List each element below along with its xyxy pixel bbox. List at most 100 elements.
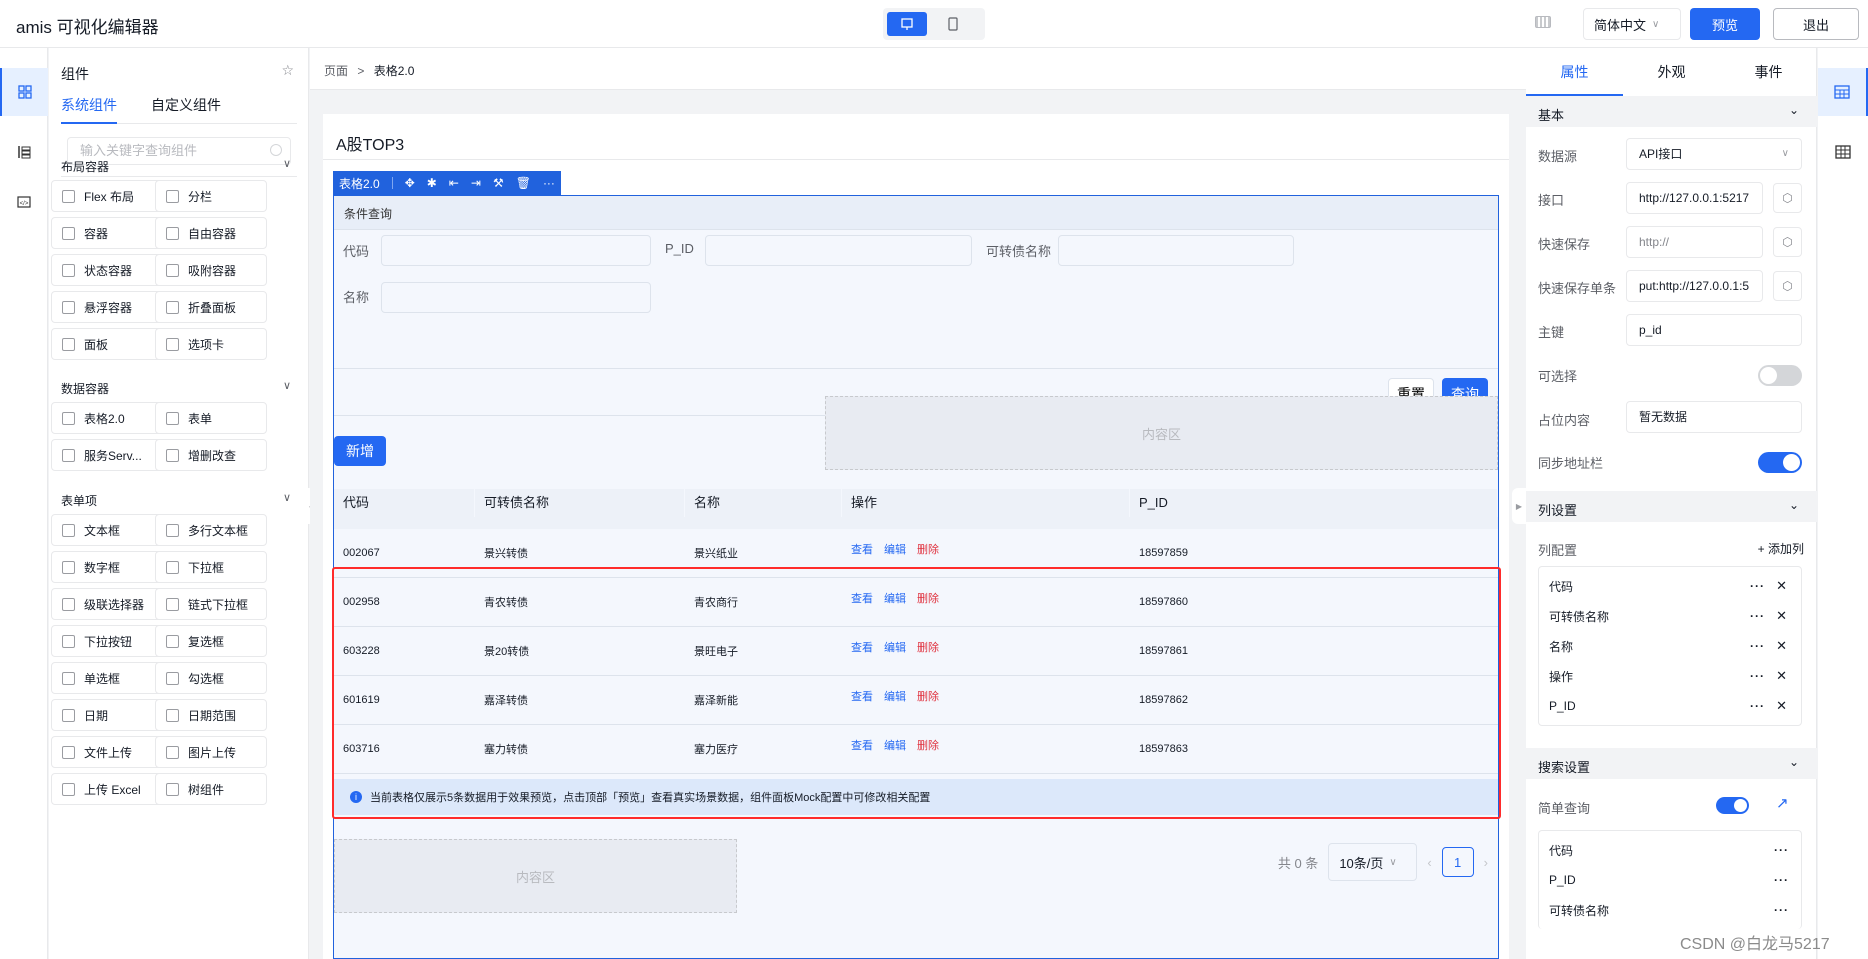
component-item[interactable]: 树组件 bbox=[155, 773, 267, 805]
external-link-icon[interactable]: ↗ bbox=[1776, 794, 1789, 812]
component-item[interactable]: 日期 bbox=[51, 699, 163, 731]
component-group-title[interactable]: 表单项 ∨ bbox=[61, 492, 297, 509]
component-group-title[interactable]: 布局容器 ∨ bbox=[61, 158, 297, 175]
search-field-item[interactable]: 可转债名称 ··· bbox=[1539, 895, 1801, 925]
edit-link[interactable]: 编辑 bbox=[884, 740, 906, 752]
breadcrumb-page[interactable]: 页面 bbox=[324, 64, 348, 78]
edit-link[interactable]: 编辑 bbox=[884, 544, 906, 556]
component-item[interactable]: 图片上传 bbox=[155, 736, 267, 768]
formula-icon[interactable]: ⬡ bbox=[1773, 183, 1802, 213]
column-header-pid[interactable]: P_ID bbox=[1130, 489, 1498, 517]
component-item[interactable]: 分栏 bbox=[155, 180, 267, 212]
component-item[interactable]: 折叠面板 bbox=[155, 291, 267, 323]
desktop-view-button[interactable] bbox=[887, 12, 927, 36]
delete-link[interactable]: 删除 bbox=[917, 691, 939, 703]
preview-button[interactable]: 预览 bbox=[1690, 8, 1760, 40]
page-number-button[interactable]: 1 bbox=[1441, 847, 1474, 877]
more-icon[interactable]: ··· bbox=[1774, 903, 1789, 917]
component-item[interactable]: 吸附容器 bbox=[155, 254, 267, 286]
more-icon[interactable]: ··· bbox=[1750, 579, 1765, 593]
delete-link[interactable]: 删除 bbox=[917, 593, 939, 605]
component-item[interactable]: Flex 布局 bbox=[51, 180, 163, 212]
add-column-button[interactable]: + 添加列 bbox=[1758, 540, 1804, 557]
column-config-item[interactable]: 名称 ··· ✕ bbox=[1539, 631, 1801, 661]
component-item[interactable]: 勾选框 bbox=[155, 662, 267, 694]
simple-query-toggle[interactable] bbox=[1716, 797, 1749, 814]
column-config-item[interactable]: 可转债名称 ··· ✕ bbox=[1539, 601, 1801, 631]
collapse-right-panel-handle[interactable]: ▶ bbox=[1512, 488, 1526, 524]
mobile-view-button[interactable] bbox=[933, 12, 973, 36]
more-icon[interactable]: ··· bbox=[1750, 669, 1765, 683]
filter-pid-input[interactable] bbox=[705, 235, 972, 266]
primary-key-input[interactable]: p_id bbox=[1626, 314, 1802, 346]
component-item[interactable]: 日期范围 bbox=[155, 699, 267, 731]
formula-icon[interactable]: ⬡ bbox=[1773, 271, 1802, 301]
breadcrumb-current[interactable]: 表格2.0 bbox=[374, 64, 415, 78]
quicksave-input[interactable]: http:// bbox=[1626, 226, 1763, 258]
language-select[interactable]: 简体中文 ∨ bbox=[1583, 8, 1681, 40]
delete-link[interactable]: 删除 bbox=[917, 642, 939, 654]
datasource-select[interactable]: API接口 ∨ bbox=[1626, 138, 1802, 170]
component-item[interactable]: 服务Serv... bbox=[51, 439, 163, 471]
insert-before-icon[interactable]: ⇤ bbox=[449, 176, 459, 190]
table-row[interactable]: 002958 青农转债 青农商行 查看 编辑 删除 18597860 bbox=[334, 578, 1498, 627]
component-item[interactable]: 复选框 bbox=[155, 625, 267, 657]
filter-bond-name-input[interactable] bbox=[1058, 235, 1294, 266]
more-icon[interactable]: ··· bbox=[1750, 699, 1765, 713]
close-icon[interactable]: ✕ bbox=[1776, 698, 1787, 714]
more-icon[interactable]: ··· bbox=[1750, 609, 1765, 623]
component-item[interactable]: 数字框 bbox=[51, 551, 163, 583]
column-config-item[interactable]: 代码 ··· ✕ bbox=[1539, 571, 1801, 601]
more-icon[interactable]: ··· bbox=[1750, 639, 1765, 653]
table-row[interactable]: 603716 塞力转债 塞力医疗 查看 编辑 删除 18597863 bbox=[334, 725, 1498, 774]
formula-icon[interactable]: ⬡ bbox=[1773, 227, 1802, 257]
filter-name-input[interactable] bbox=[381, 282, 651, 313]
outline-tab[interactable] bbox=[0, 128, 48, 176]
section-search[interactable]: 搜索设置 ⌄ bbox=[1526, 748, 1817, 779]
view-link[interactable]: 查看 bbox=[851, 740, 873, 752]
sync-location-toggle[interactable] bbox=[1758, 452, 1802, 473]
next-page-button[interactable]: › bbox=[1484, 855, 1488, 870]
table-row[interactable]: 603228 景20转债 景旺电子 查看 编辑 删除 18597861 bbox=[334, 627, 1498, 676]
table-settings-tab[interactable] bbox=[1818, 128, 1868, 176]
component-item[interactable]: 表格2.0 bbox=[51, 402, 163, 434]
column-header-code[interactable]: 代码 bbox=[334, 489, 475, 517]
tab-events[interactable]: 事件 bbox=[1720, 48, 1817, 96]
component-item[interactable]: 链式下拉框 bbox=[155, 588, 267, 620]
close-icon[interactable]: ✕ bbox=[1776, 638, 1787, 654]
close-icon[interactable]: ✕ bbox=[1776, 608, 1787, 624]
view-link[interactable]: 查看 bbox=[851, 691, 873, 703]
component-item[interactable]: 状态容器 bbox=[51, 254, 163, 286]
component-item[interactable]: 容器 bbox=[51, 217, 163, 249]
filter-code-input[interactable] bbox=[381, 235, 651, 266]
pin-icon[interactable]: ☆ bbox=[281, 62, 294, 79]
component-item[interactable]: 下拉框 bbox=[155, 551, 267, 583]
component-item[interactable]: 单选框 bbox=[51, 662, 163, 694]
column-header-bond-name[interactable]: 可转债名称 bbox=[475, 489, 685, 517]
hammer-icon[interactable]: ⚒ bbox=[493, 176, 504, 190]
section-basic[interactable]: 基本 ⌄ bbox=[1526, 96, 1817, 127]
table-row[interactable]: 601619 嘉泽转债 嘉泽新能 查看 编辑 删除 18597862 bbox=[334, 676, 1498, 725]
table-region[interactable]: 条件查询 代码 P_ID 可转债名称 名称 重置 查询 新增 内容区 代码 可转… bbox=[332, 195, 1501, 959]
table-outline-tab[interactable] bbox=[1818, 68, 1868, 116]
per-page-select[interactable]: 10条/页 ∨ bbox=[1328, 843, 1418, 881]
component-item[interactable]: 文件上传 bbox=[51, 736, 163, 768]
prev-page-button[interactable]: ‹ bbox=[1427, 855, 1431, 870]
search-field-item[interactable]: 代码 ··· bbox=[1539, 835, 1801, 865]
keyboard-icon[interactable] bbox=[1535, 16, 1551, 28]
component-item[interactable]: 自由容器 bbox=[155, 217, 267, 249]
close-icon[interactable]: ✕ bbox=[1776, 578, 1787, 594]
add-button[interactable]: 新增 bbox=[334, 436, 386, 466]
move-icon[interactable]: ✥ bbox=[405, 176, 415, 190]
component-item[interactable]: 文本框 bbox=[51, 514, 163, 546]
tab-properties[interactable]: 属性 bbox=[1526, 48, 1623, 96]
view-link[interactable]: 查看 bbox=[851, 544, 873, 556]
delete-link[interactable]: 删除 bbox=[917, 544, 939, 556]
debug-icon[interactable]: ✱ bbox=[427, 176, 437, 190]
component-group-title[interactable]: 数据容器 ∨ bbox=[61, 380, 297, 397]
section-columns[interactable]: 列设置 ⌄ bbox=[1526, 491, 1817, 522]
component-item[interactable]: 悬浮容器 bbox=[51, 291, 163, 323]
edit-link[interactable]: 编辑 bbox=[884, 642, 906, 654]
insert-after-icon[interactable]: ⇥ bbox=[471, 176, 481, 190]
component-item[interactable]: 选项卡 bbox=[155, 328, 267, 360]
